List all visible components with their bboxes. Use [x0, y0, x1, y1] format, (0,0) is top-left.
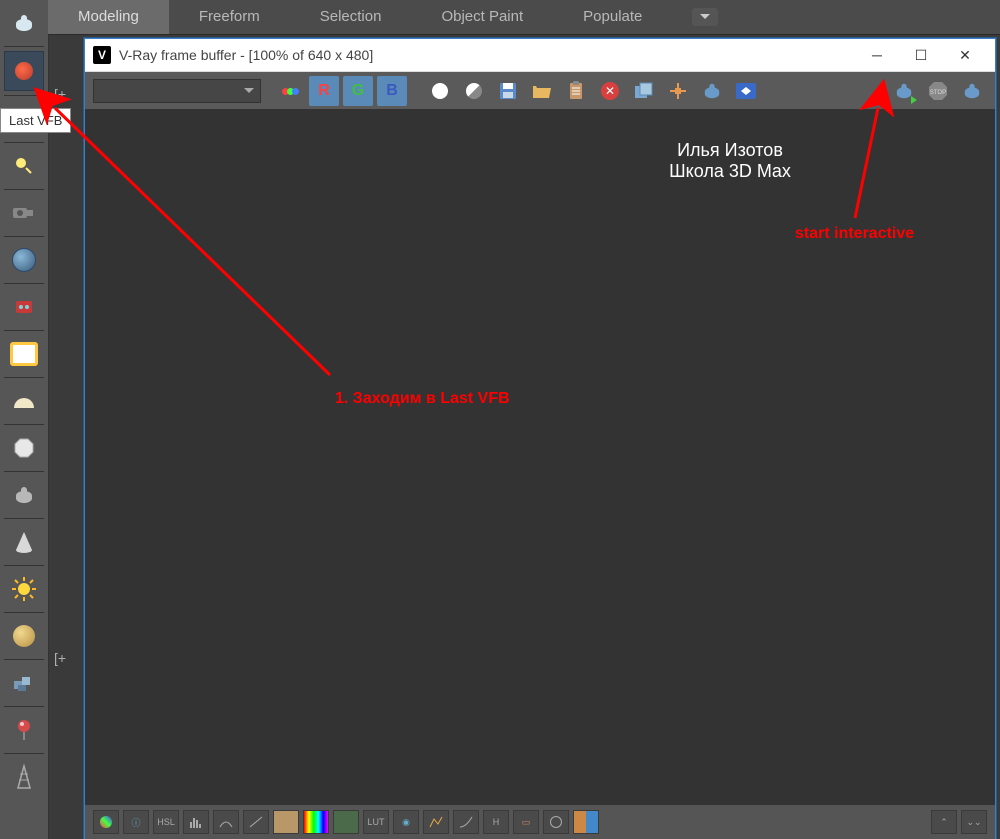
mono-channel-button[interactable]: [425, 76, 455, 106]
ribbon-tab-selection[interactable]: Selection: [290, 0, 412, 34]
ribbon-tab-populate[interactable]: Populate: [553, 0, 672, 34]
open-button[interactable]: [527, 76, 557, 106]
tool-sphere-gold[interactable]: [5, 617, 43, 655]
viewport-label-1[interactable]: [+: [54, 86, 66, 102]
tool-teapot[interactable]: [5, 4, 43, 42]
vfb-hue-button[interactable]: [303, 810, 329, 834]
vfb-window: V V-Ray frame buffer - [100% of 640 x 48…: [84, 38, 996, 839]
vfb-channel-dropdown[interactable]: [93, 79, 261, 103]
tool-octagon[interactable]: [5, 429, 43, 467]
vfb-titlebar[interactable]: V V-Ray frame buffer - [100% of 640 x 48…: [85, 39, 995, 72]
vfb-curve-button[interactable]: [213, 810, 239, 834]
ribbon-tab-modeling[interactable]: Modeling: [48, 0, 169, 34]
red-channel-button[interactable]: R: [309, 76, 339, 106]
tool-robot[interactable]: [5, 288, 43, 326]
tool-sun[interactable]: [5, 570, 43, 608]
tool-teapot-2[interactable]: [5, 476, 43, 514]
vfb-hsl-button[interactable]: HSL: [153, 810, 179, 834]
minimize-button[interactable]: ─: [855, 40, 899, 70]
vfb-toolbar: R G B ✕: [85, 72, 995, 110]
tooltip-last-vfb: Last VFB: [0, 108, 71, 133]
vfb-exposure-button[interactable]: [243, 810, 269, 834]
tool-pin[interactable]: [5, 711, 43, 749]
close-button[interactable]: ✕: [943, 40, 987, 70]
vfb-cc-button[interactable]: [93, 810, 119, 834]
vfb-whitebalance-button[interactable]: [273, 810, 299, 834]
render-button[interactable]: [957, 76, 987, 106]
tool-globe[interactable]: [5, 241, 43, 279]
alpha-channel-button[interactable]: [459, 76, 489, 106]
stop-button[interactable]: STOP: [923, 76, 953, 106]
ribbon-dropdown[interactable]: [692, 8, 718, 26]
svg-text:STOP: STOP: [930, 90, 946, 96]
vfb-levels-button[interactable]: [183, 810, 209, 834]
region-button[interactable]: [663, 76, 693, 106]
tool-camera[interactable]: [5, 194, 43, 232]
annotation-step1: 1. Заходим в Last VFB: [335, 390, 510, 408]
vfb-viewport[interactable]: [85, 109, 995, 805]
vfb-lens-button[interactable]: [543, 810, 569, 834]
vfb-expand-down-button[interactable]: ⌄⌄: [961, 810, 987, 834]
clipboard-button[interactable]: [561, 76, 591, 106]
app-root: Modeling Freeform Selection Object Paint…: [0, 0, 1000, 839]
vfb-stamp-button[interactable]: ▭: [513, 810, 539, 834]
tool-light[interactable]: [5, 147, 43, 185]
ribbon-tab-freeform[interactable]: Freeform: [169, 0, 290, 34]
vfb-lut-button[interactable]: LUT: [363, 810, 389, 834]
tool-plane-yellow[interactable]: [5, 335, 43, 373]
vfb-stereo-button[interactable]: [573, 810, 599, 834]
ribbon-tabs: Modeling Freeform Selection Object Paint…: [48, 0, 1000, 35]
maximize-button[interactable]: ☐: [899, 40, 943, 70]
blue-channel-button[interactable]: B: [377, 76, 407, 106]
credit-line-1: Илья Изотов: [630, 140, 830, 161]
vfb-srgb-button[interactable]: [453, 810, 479, 834]
vfb-history-button[interactable]: H: [483, 810, 509, 834]
vfb-bg-button[interactable]: [333, 810, 359, 834]
tool-cubes[interactable]: [5, 664, 43, 702]
clear-button[interactable]: ✕: [595, 76, 625, 106]
vfb-bottom-bar: ⓘ HSL LUT ◉ H ▭ ⌃ ⌄⌄: [85, 805, 995, 839]
vfb-ocio-button[interactable]: ◉: [393, 810, 419, 834]
annotation-credit: Илья Изотов Школа 3D Max: [630, 140, 830, 182]
link-pdplayer-button[interactable]: [731, 76, 761, 106]
tool-cone[interactable]: [5, 523, 43, 561]
annotation-start-interactive: start interactive: [795, 225, 914, 243]
tool-tower[interactable]: [5, 758, 43, 796]
tool-dome[interactable]: [5, 382, 43, 420]
vray-icon: V: [93, 46, 111, 64]
track-mouse-button[interactable]: [697, 76, 727, 106]
viewport-label-2[interactable]: [+: [54, 650, 66, 666]
tool-render-last-vfb[interactable]: [4, 51, 44, 91]
rgb-channels-button[interactable]: [275, 76, 305, 106]
ribbon-tab-object-paint[interactable]: Object Paint: [411, 0, 553, 34]
duplicate-button[interactable]: [629, 76, 659, 106]
credit-line-2: Школа 3D Max: [630, 161, 830, 182]
save-button[interactable]: [493, 76, 523, 106]
vfb-title-text: V-Ray frame buffer - [100% of 640 x 480]: [119, 47, 855, 63]
start-interactive-button[interactable]: [889, 76, 919, 106]
vfb-expand-up-button[interactable]: ⌃: [931, 810, 957, 834]
vfb-info-button[interactable]: ⓘ: [123, 810, 149, 834]
green-channel-button[interactable]: G: [343, 76, 373, 106]
vfb-icc-button[interactable]: [423, 810, 449, 834]
